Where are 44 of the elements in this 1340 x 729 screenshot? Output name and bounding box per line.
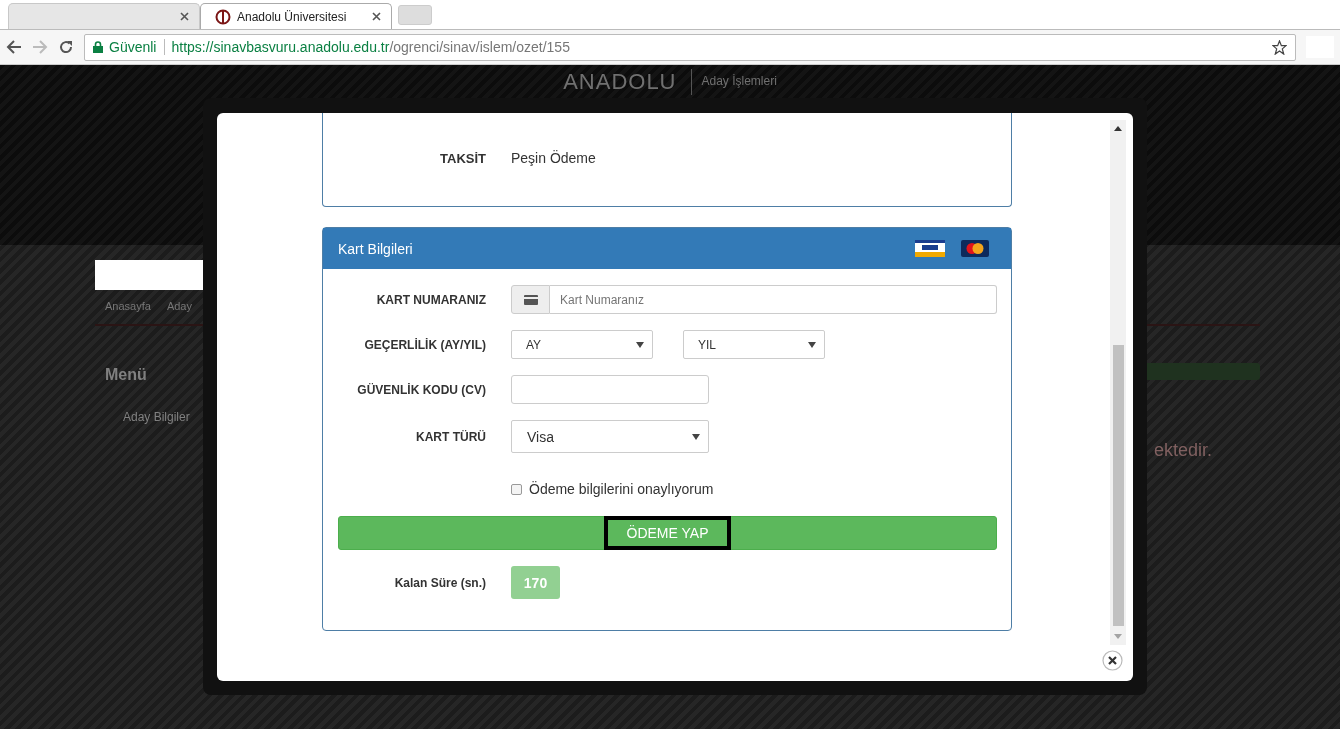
card-number-field[interactable]: Kart Numaranız xyxy=(550,285,997,314)
credit-card-icon xyxy=(523,294,538,305)
site-subtitle: Aday İşlemleri xyxy=(690,69,777,95)
field-value: Peşin Ödeme xyxy=(511,150,596,166)
address-bar[interactable]: Güvenli https://sinavbasvuru.anadolu.edu.tr/ogrenci/sinav/islem/ozet/155 xyxy=(84,33,1296,61)
security-code-field[interactable] xyxy=(511,375,709,404)
caret-icon xyxy=(808,341,816,348)
timer-badge: 170 xyxy=(511,566,560,599)
select-field[interactable]: Visa xyxy=(511,420,709,453)
field-label: TAKSİT xyxy=(439,150,486,166)
reload-icon[interactable] xyxy=(58,39,74,55)
back-icon[interactable] xyxy=(6,39,22,55)
select-field[interactable]: YIL xyxy=(683,330,825,359)
field-label: GEÇERLİLİK (AY/YIL) xyxy=(363,337,486,352)
checkbox-label: Ödeme bilgilerini onaylıyorum xyxy=(529,481,714,497)
panel-title: Kart Bilgileri xyxy=(338,240,414,257)
card-icon xyxy=(915,240,945,257)
university-logo-icon xyxy=(215,8,231,25)
notice-text: ektedir. xyxy=(1153,440,1214,461)
select-field[interactable]: AY xyxy=(511,330,653,359)
field-label: KART TÜRÜ xyxy=(415,429,486,444)
star-icon[interactable] xyxy=(1272,39,1287,55)
field-label: GÜVENLİK KODU (CV) xyxy=(356,382,486,397)
close-icon[interactable] xyxy=(372,12,381,21)
close-icon[interactable] xyxy=(1102,650,1123,671)
caret-icon xyxy=(692,433,700,440)
menu-title: Menü xyxy=(105,366,148,384)
card-icon xyxy=(961,240,989,257)
caret-icon xyxy=(636,341,644,348)
scrollbar[interactable] xyxy=(1110,120,1126,645)
site-logo: ANADOLU xyxy=(563,69,677,95)
scroll-down-icon[interactable] xyxy=(1114,634,1122,639)
timer-label: Kalan Süre (sn.) xyxy=(393,575,486,590)
scroll-up-icon[interactable] xyxy=(1114,126,1122,131)
field-label: KART NUMARANIZ xyxy=(375,292,486,307)
breadcrumb-link[interactable]: Aday xyxy=(166,300,192,312)
url-text: https://sinavbasvuru.anadolu.edu.tr/ogrenci/sinav/islem/ozet/155 xyxy=(171,39,571,55)
close-icon[interactable] xyxy=(180,12,189,21)
checkbox[interactable] xyxy=(511,483,522,495)
forward-icon[interactable] xyxy=(32,39,48,55)
security-label: Güvenli xyxy=(109,39,166,55)
lock-icon xyxy=(93,41,103,53)
browser-tab[interactable]: Anadolu Üniversitesi xyxy=(200,3,392,29)
scroll-thumb[interactable] xyxy=(1112,345,1124,626)
